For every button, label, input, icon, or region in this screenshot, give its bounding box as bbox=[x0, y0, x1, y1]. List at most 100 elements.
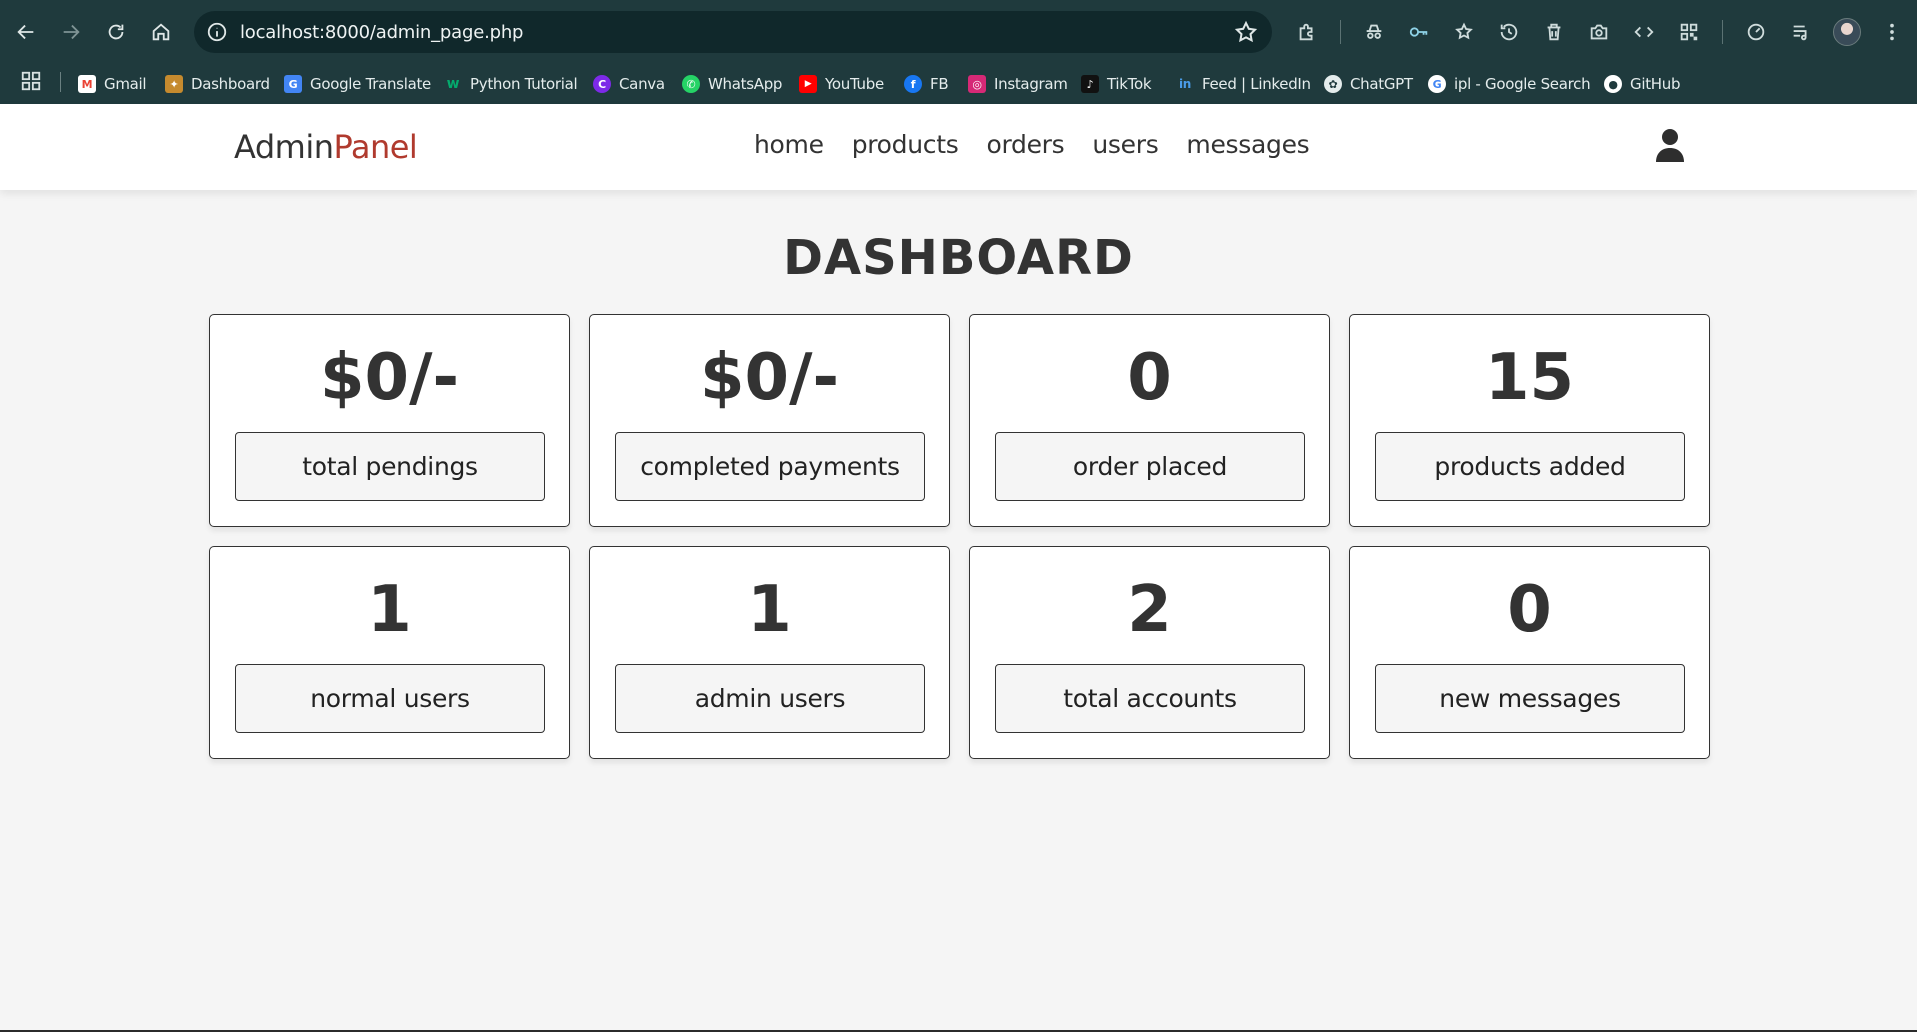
facebook-icon: f bbox=[904, 75, 922, 93]
chatgpt-icon: ✿ bbox=[1324, 75, 1342, 93]
back-button[interactable] bbox=[8, 14, 44, 50]
code-icon bbox=[1634, 26, 1654, 38]
stat-card-completed-payments: $0/- completed payments bbox=[589, 314, 950, 527]
logo-accent: Panel bbox=[333, 128, 418, 166]
google-icon: G bbox=[1428, 75, 1446, 93]
bookmark-tiktok[interactable]: ♪ TikTok bbox=[1081, 72, 1152, 96]
bookmark-chatgpt[interactable]: ✿ ChatGPT bbox=[1324, 72, 1413, 96]
bookmark-canva[interactable]: C Canva bbox=[593, 72, 665, 96]
bookmark-linkedin[interactable]: in Feed | LinkedIn bbox=[1176, 72, 1311, 96]
bookmark-python-tutorial[interactable]: w Python Tutorial bbox=[444, 72, 578, 96]
profile-avatar[interactable] bbox=[1833, 18, 1861, 46]
stat-value: 1 bbox=[367, 573, 412, 647]
stat-card-new-messages: 0 new messages bbox=[1349, 546, 1710, 759]
incognito-button[interactable] bbox=[1360, 18, 1388, 46]
github-icon: ● bbox=[1604, 75, 1622, 93]
screenshot-button[interactable] bbox=[1585, 18, 1613, 46]
delete-button[interactable] bbox=[1540, 18, 1568, 46]
playlist-icon bbox=[1793, 25, 1807, 41]
stat-card-admin-users: 1 admin users bbox=[589, 546, 950, 759]
toolbar-divider bbox=[1340, 20, 1341, 44]
stat-label: normal users bbox=[235, 664, 545, 733]
youtube-icon: ▶ bbox=[799, 75, 817, 93]
speedometer-icon bbox=[1747, 23, 1765, 41]
bookmark-instagram[interactable]: ◎ Instagram bbox=[968, 72, 1068, 96]
reload-icon bbox=[108, 24, 124, 40]
canva-icon: C bbox=[593, 75, 611, 93]
stat-label: order placed bbox=[995, 432, 1305, 501]
bookmark-ipl-google-search[interactable]: Gipl - Google Search bbox=[1428, 72, 1591, 96]
qr-code-icon bbox=[1680, 23, 1698, 41]
browser-menu-button[interactable] bbox=[1878, 18, 1906, 46]
logo[interactable]: AdminPanel bbox=[234, 128, 418, 166]
browser-toolbar: localhost:8000/admin_page.php bbox=[0, 0, 1917, 64]
reload-button[interactable] bbox=[98, 14, 134, 50]
trash-icon bbox=[1547, 23, 1561, 41]
tiktok-icon: ♪ bbox=[1081, 75, 1099, 93]
home-icon bbox=[152, 23, 170, 41]
devtools-button[interactable] bbox=[1630, 18, 1658, 46]
extensions-button[interactable] bbox=[1293, 18, 1321, 46]
nav-users-link[interactable]: users bbox=[1092, 130, 1158, 159]
stat-value: 2 bbox=[1127, 573, 1172, 647]
site-header: AdminPanel home products orders users me… bbox=[0, 104, 1917, 190]
page-title: DASHBOARD bbox=[783, 230, 1134, 286]
bookmark-youtube[interactable]: ▶ YouTube bbox=[799, 72, 884, 96]
stat-value: $0/- bbox=[320, 341, 459, 415]
stat-card-products-added: 15 products added bbox=[1349, 314, 1710, 527]
nav-messages-link[interactable]: messages bbox=[1186, 130, 1309, 159]
stat-label: completed payments bbox=[615, 432, 925, 501]
nav-home-link[interactable]: home bbox=[754, 130, 824, 159]
instagram-icon: ◎ bbox=[968, 75, 986, 93]
arrow-left-icon bbox=[17, 24, 34, 40]
stat-value: 15 bbox=[1484, 341, 1575, 415]
stat-label: total accounts bbox=[995, 664, 1305, 733]
bookmark-google-translate[interactable]: G Google Translate bbox=[284, 72, 431, 96]
home-button[interactable] bbox=[143, 14, 179, 50]
bookmark-whatsapp[interactable]: ✆ WhatsApp bbox=[682, 72, 782, 96]
google-translate-icon: G bbox=[284, 75, 302, 93]
stat-label: new messages bbox=[1375, 664, 1685, 733]
stat-card-normal-users: 1 normal users bbox=[209, 546, 570, 759]
whatsapp-icon: ✆ bbox=[682, 75, 700, 93]
apps-grid-icon[interactable] bbox=[20, 70, 42, 92]
arrow-right-icon bbox=[63, 24, 80, 40]
incognito-icon bbox=[1366, 24, 1382, 39]
star-list-icon bbox=[1455, 22, 1473, 40]
bookmarks-divider bbox=[60, 72, 61, 92]
stat-card-total-pendings: $0/- total pendings bbox=[209, 314, 570, 527]
stat-label: admin users bbox=[615, 664, 925, 733]
forward-button[interactable] bbox=[53, 14, 89, 50]
stat-label: total pendings bbox=[235, 432, 545, 501]
history-button[interactable] bbox=[1495, 18, 1523, 46]
url-text[interactable]: localhost:8000/admin_page.php bbox=[240, 22, 523, 43]
bookmark-star-icon[interactable] bbox=[1234, 20, 1258, 44]
password-manager-button[interactable] bbox=[1405, 18, 1433, 46]
bookmark-fb[interactable]: f FB bbox=[904, 72, 949, 96]
dashboard-icon: ✦ bbox=[165, 75, 183, 93]
reading-list-button[interactable] bbox=[1787, 18, 1815, 46]
stat-value: 1 bbox=[747, 573, 792, 647]
favorites-button[interactable] bbox=[1450, 18, 1478, 46]
stat-value: 0 bbox=[1507, 573, 1552, 647]
stat-card-order-placed: 0 order placed bbox=[969, 314, 1330, 527]
stat-value: 0 bbox=[1127, 341, 1172, 415]
history-icon bbox=[1500, 23, 1518, 41]
bookmark-dashboard[interactable]: ✦ Dashboard bbox=[165, 72, 270, 96]
bookmark-gmail[interactable]: M Gmail bbox=[78, 72, 147, 96]
performance-button[interactable] bbox=[1742, 18, 1770, 46]
toolbar-divider bbox=[1722, 20, 1723, 44]
stat-value: $0/- bbox=[700, 341, 839, 415]
more-vertical-icon bbox=[1890, 23, 1894, 41]
bookmark-github[interactable]: ● GitHub bbox=[1604, 72, 1680, 96]
nav-orders-link[interactable]: orders bbox=[986, 130, 1064, 159]
address-bar[interactable]: localhost:8000/admin_page.php bbox=[194, 11, 1272, 53]
stat-card-total-accounts: 2 total accounts bbox=[969, 546, 1330, 759]
w3schools-icon: w bbox=[446, 76, 460, 92]
user-icon[interactable] bbox=[1654, 128, 1686, 164]
nav-products-link[interactable]: products bbox=[852, 130, 959, 159]
site-info-icon[interactable] bbox=[206, 21, 228, 43]
qr-code-button[interactable] bbox=[1675, 18, 1703, 46]
key-icon bbox=[1409, 27, 1428, 37]
gmail-icon: M bbox=[78, 75, 96, 93]
